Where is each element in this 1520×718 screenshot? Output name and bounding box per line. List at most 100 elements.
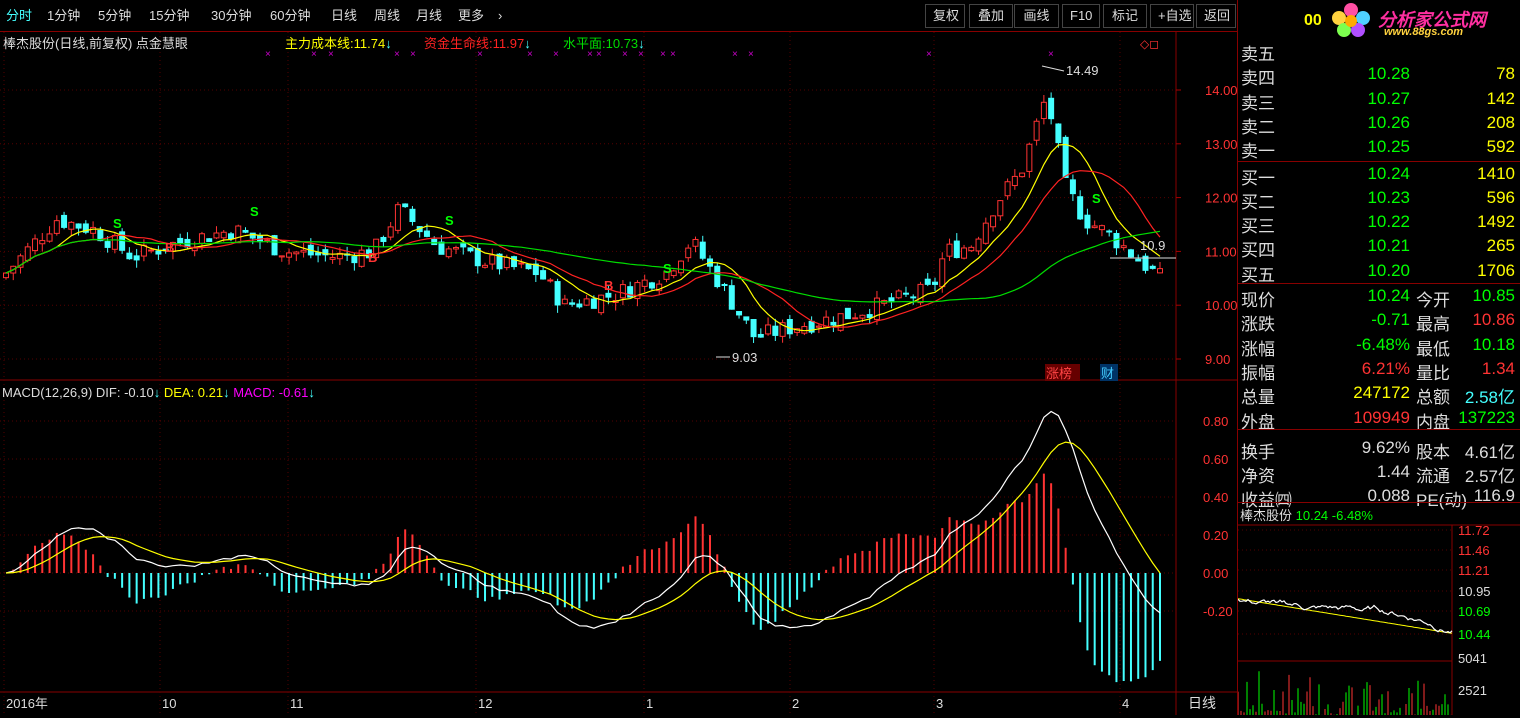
ask-bid-divider xyxy=(1238,161,1520,162)
mini-tick-label: 10.69 xyxy=(1458,604,1491,619)
candle-body xyxy=(685,247,692,259)
fund-row: 净资 1.44 流通 2.57亿 xyxy=(1238,462,1520,486)
toolbar-btn-4[interactable]: 标记 xyxy=(1103,4,1147,28)
candle-body xyxy=(1091,225,1098,229)
period-tab-4[interactable]: 30分钟 xyxy=(211,6,251,26)
period-tab-8[interactable]: 月线 xyxy=(416,6,442,26)
signal-marker: × xyxy=(622,49,628,60)
ask-row[interactable]: 卖三 10.27 142 xyxy=(1238,89,1520,113)
buy-signal: B xyxy=(368,250,377,265)
macd-tick-label: -0.20 xyxy=(1203,604,1233,619)
signal-marker: × xyxy=(1048,49,1054,60)
candle-body xyxy=(852,317,859,320)
mini-timeshare-chart[interactable]: 棒杰股份 10.24 -6.48% 11.72 11.46 11.21 10.95 10.… xyxy=(1237,503,1520,715)
candle-body xyxy=(924,278,931,285)
candle-body xyxy=(939,258,946,288)
stock-code: 00 xyxy=(1304,12,1322,29)
date-label: 4 xyxy=(1122,696,1129,711)
fund-label: 总量 xyxy=(1241,388,1275,408)
candle-body xyxy=(786,319,793,335)
level-volume: 1410 xyxy=(1477,163,1515,183)
period-tab-6[interactable]: 日线 xyxy=(331,6,357,26)
candle-body xyxy=(358,249,365,267)
candle-body xyxy=(1011,175,1018,187)
fund-value: 2.57亿 xyxy=(1464,467,1515,487)
toolbar-btn-3[interactable]: F10 xyxy=(1062,4,1100,28)
ask-row[interactable]: 卖二 10.26 208 xyxy=(1238,113,1520,137)
candle-body xyxy=(402,203,409,208)
macd-tick-label: 0.20 xyxy=(1203,528,1228,543)
period-tab-7[interactable]: 周线 xyxy=(374,6,400,26)
candle-body xyxy=(953,240,960,259)
bid-row[interactable]: 买三 10.22 1492 xyxy=(1238,212,1520,236)
candle-body xyxy=(32,238,39,252)
fund-label: 最低 xyxy=(1416,339,1450,359)
ask-row[interactable]: 卖四 10.28 78 xyxy=(1238,64,1520,88)
toolbar-btn-5[interactable]: +自选 xyxy=(1150,4,1194,28)
date-label: 2016年 xyxy=(6,696,48,711)
candle-body xyxy=(982,222,989,244)
ask-row[interactable]: 卖一 10.25 592 xyxy=(1238,137,1520,161)
candle-body xyxy=(293,251,300,255)
signal-marker: × xyxy=(527,49,533,60)
candle-body xyxy=(213,232,220,239)
candle-body xyxy=(750,319,757,338)
sell-signal: S xyxy=(1092,191,1101,206)
level-label: 卖三 xyxy=(1241,93,1275,113)
candle-body xyxy=(1062,136,1069,178)
mini-tick-label: 10.44 xyxy=(1458,627,1491,642)
candle-body xyxy=(329,257,336,260)
fund-value: 2.58亿 xyxy=(1464,388,1515,408)
level-price: 10.27 xyxy=(1367,88,1410,108)
candle-body xyxy=(286,252,293,258)
period-tab-10[interactable]: › xyxy=(498,6,502,26)
bid-row[interactable]: 买一 10.24 1410 xyxy=(1238,164,1520,188)
bid-row[interactable]: 买五 10.20 1706 xyxy=(1238,261,1520,285)
bid-row[interactable]: 买四 10.21 265 xyxy=(1238,236,1520,260)
candle-body xyxy=(837,313,844,331)
candle-body xyxy=(844,307,851,320)
fund-label: 振幅 xyxy=(1241,363,1275,383)
toolbar-btn-1[interactable]: 叠加 xyxy=(969,4,1013,28)
period-tab-2[interactable]: 5分钟 xyxy=(98,6,131,26)
period-tab-1[interactable]: 1分钟 xyxy=(47,6,80,26)
badge-rank[interactable]: 涨榜 xyxy=(1046,366,1072,381)
mini-title: 棒杰股份 10.24 -6.48% xyxy=(1240,508,1373,523)
signal-marker: × xyxy=(732,49,738,60)
mini-tick-label: 11.46 xyxy=(1458,543,1490,558)
ask-row[interactable]: 卖五 xyxy=(1238,40,1520,64)
period-tab-0[interactable]: 分时 xyxy=(6,6,32,26)
fund-value: -6.48% xyxy=(1356,334,1410,354)
fund-value: 109949 xyxy=(1353,407,1410,427)
toolbar-btn-6[interactable]: 返回 xyxy=(1196,4,1236,28)
candle-body xyxy=(39,240,46,245)
candle-body xyxy=(677,260,684,274)
candle-body xyxy=(866,314,873,318)
candle-body xyxy=(351,256,358,264)
indicator-value: 11.74 xyxy=(354,36,386,51)
level-volume: 142 xyxy=(1486,88,1515,108)
signal-marker: × xyxy=(670,49,676,60)
kline-chart[interactable]: 14.0013.0012.0011.0010.009.000.800.600.4… xyxy=(0,32,1237,715)
macd-tick-label: 0.00 xyxy=(1203,566,1228,581)
badge-finance[interactable]: 财 xyxy=(1101,366,1114,381)
candle-body xyxy=(961,247,968,259)
period-tab-3[interactable]: 15分钟 xyxy=(149,6,189,26)
candle-body xyxy=(721,283,728,286)
period-tab-9[interactable]: 更多 xyxy=(458,6,484,26)
indicator-3: 水平面:10.73↓ xyxy=(563,36,645,51)
toolbar-btn-0[interactable]: 复权 xyxy=(925,4,965,28)
flower-logo-icon xyxy=(1332,3,1370,37)
toggle-icon[interactable]: ◇◻ xyxy=(1140,37,1159,51)
mini-tick-label: 2521 xyxy=(1458,683,1487,698)
bid-row[interactable]: 买二 10.23 596 xyxy=(1238,188,1520,212)
candle-body xyxy=(3,272,9,279)
period-tab-5[interactable]: 60分钟 xyxy=(270,6,310,26)
candle-body xyxy=(968,246,975,252)
candle-body xyxy=(743,316,750,321)
mini-tick-label: 10.95 xyxy=(1458,584,1491,599)
toolbar-btn-2[interactable]: 画线 xyxy=(1014,4,1059,28)
candle-body xyxy=(1077,196,1084,220)
candle-body xyxy=(482,264,489,268)
mini-tick-label: 5041 xyxy=(1458,651,1487,666)
